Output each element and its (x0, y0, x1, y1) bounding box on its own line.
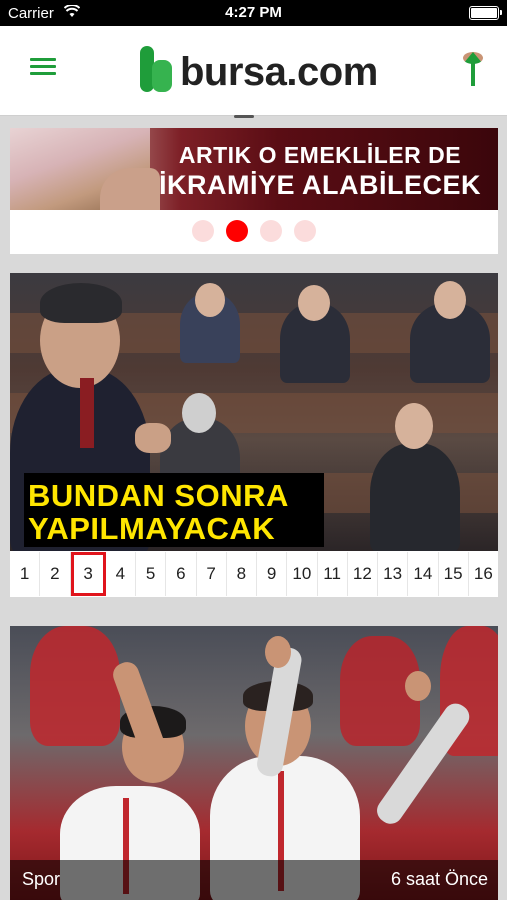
banner-title-line2: İKRAMİYE ALABİLECEK (158, 170, 481, 200)
timestamp-label: 6 saat Önce (390, 869, 488, 889)
news-headline-line1: BUNDAN SONRA (28, 478, 289, 513)
logo-mark-icon (140, 46, 174, 94)
page-button[interactable]: 14 (408, 552, 439, 596)
page-button[interactable]: 1 (10, 552, 41, 596)
banner-image[interactable]: ARTIK O EMEKLİLER DE İKRAMİYE ALABİLECEK (10, 128, 498, 210)
slider-dot[interactable] (260, 220, 282, 242)
pull-indicator (234, 115, 254, 118)
gallery-pager: 1 2 3 4 5 6 7 8 9 10 11 12 13 14 15 16 (10, 552, 498, 596)
page-button[interactable]: 7 (197, 552, 227, 596)
site-logo[interactable]: bursa.com (140, 44, 380, 94)
page-button-active[interactable]: 3 (70, 552, 106, 596)
slider-dot[interactable] (192, 220, 214, 242)
page-button[interactable]: 12 (348, 552, 378, 596)
slider-dots (10, 220, 498, 242)
page-button[interactable]: 4 (106, 552, 136, 596)
page-button[interactable]: 8 (227, 552, 257, 596)
clock: 4:27 PM (225, 4, 282, 21)
money-image (10, 128, 160, 210)
slider-dot[interactable] (294, 220, 316, 242)
category-label[interactable]: Spor (22, 869, 60, 890)
news-gallery-card[interactable]: BUNDAN SONRA YAPILMAYACAK 1 2 3 4 5 6 7 8 9 10 11 1… (10, 273, 498, 597)
sport-news-card[interactable]: Spor 6 saat Önce (10, 626, 498, 900)
page-button[interactable]: 5 (136, 552, 167, 596)
app-header: bursa.com (0, 26, 507, 118)
banner-title-line1: ARTIK O EMEKLİLER DE (178, 142, 462, 168)
news-image[interactable]: BUNDAN SONRA YAPILMAYACAK (10, 273, 498, 551)
page-button[interactable]: 13 (378, 552, 409, 596)
banner-slider[interactable]: ARTIK O EMEKLİLER DE İKRAMİYE ALABİLECEK (10, 128, 498, 254)
page-button[interactable]: 9 (257, 552, 288, 596)
battery-icon (469, 6, 502, 20)
slider-dot-active[interactable] (226, 220, 248, 242)
status-bar: Carrier 4:27 PM (0, 0, 507, 26)
page-button[interactable]: 15 (439, 552, 469, 596)
arrow-up-icon[interactable] (463, 52, 483, 86)
card-footer: Spor 6 saat Önce (10, 860, 498, 900)
page-button[interactable]: 10 (287, 552, 318, 596)
page-button[interactable]: 16 (469, 552, 498, 596)
logo-text: bursa.com (180, 50, 378, 94)
page-button[interactable]: 11 (318, 552, 348, 596)
page-button[interactable]: 6 (166, 552, 197, 596)
hamburger-menu-icon[interactable] (30, 56, 56, 78)
page-button[interactable]: 2 (40, 552, 71, 596)
news-headline-line2: YAPILMAYACAK (28, 511, 276, 546)
